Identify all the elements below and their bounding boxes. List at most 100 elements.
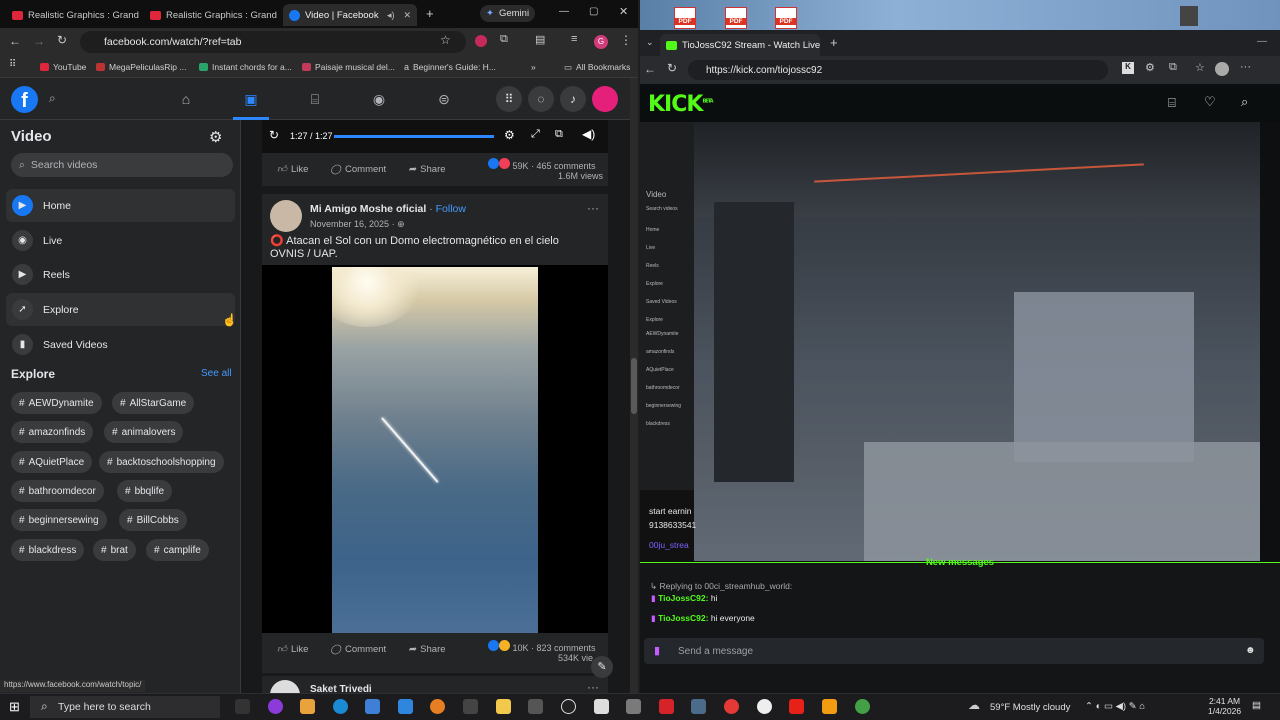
share-button[interactable]: ➦ Share <box>408 644 445 655</box>
minimize-icon[interactable]: — <box>559 6 569 17</box>
app-icon[interactable] <box>659 699 674 714</box>
app-icon[interactable] <box>528 699 543 714</box>
reload-icon[interactable]: ↻ <box>667 61 677 75</box>
gaming-icon[interactable]: ⊜ <box>433 88 455 110</box>
puzzle-icon[interactable]: ⧉ <box>1169 61 1177 74</box>
search-icon[interactable]: ⌕ <box>49 91 56 106</box>
fullscreen-icon[interactable]: ⤢ <box>531 128 540 141</box>
topic-chip[interactable]: # beginnersewing <box>11 509 107 531</box>
compose-icon[interactable]: ✎ <box>591 656 613 678</box>
kick-extension-icon[interactable]: K <box>1122 62 1134 74</box>
avatar[interactable] <box>270 200 302 232</box>
chrome-icon[interactable] <box>724 699 739 714</box>
topic-chip[interactable]: # AllStarGame <box>112 392 195 414</box>
inventory-icon[interactable]: ⌸ <box>1168 95 1176 111</box>
tray-icons[interactable]: ⌃ ◐ ▭ ◀) ✎ ⌂ <box>1085 701 1145 712</box>
app-icon[interactable] <box>757 699 772 714</box>
more-bookmarks-icon[interactable]: » <box>531 60 536 74</box>
more-options-icon[interactable]: ··· <box>587 680 599 694</box>
new-messages-divider[interactable]: New messages <box>640 557 1280 570</box>
topic-chip[interactable]: # blackdress <box>11 539 85 561</box>
sidebar-item-live[interactable]: ◉ Live <box>6 224 235 257</box>
messenger-icon[interactable]: ◌ <box>528 86 554 112</box>
volume-icon[interactable]: ◀) <box>582 127 595 141</box>
url-field[interactable]: facebook.com/watch/?ref=tab <box>80 31 466 53</box>
bookmark-youtube[interactable]: YouTube <box>40 60 86 74</box>
sidebar-item-saved-videos[interactable]: ▮ Saved Videos <box>6 328 235 361</box>
topic-chip[interactable]: # bathroomdecor <box>11 480 104 502</box>
bookmark-chords[interactable]: Instant chords for a... <box>199 60 292 74</box>
app-icon[interactable] <box>365 699 380 714</box>
settings-icon[interactable]: ⚙ <box>504 128 515 142</box>
bookmark-beginners-guide[interactable]: a Beginner's Guide: H... <box>404 60 496 74</box>
search-icon[interactable]: ⌕ <box>1241 94 1248 110</box>
heart-icon[interactable]: ♡ <box>1204 94 1216 110</box>
comment-count[interactable]: 465 comments <box>537 161 596 171</box>
maximize-icon[interactable]: ▢ <box>589 6 598 17</box>
sidebar-item-home[interactable]: ▶ Home <box>6 189 235 222</box>
reaction-summary[interactable]: 59K · 465 comments <box>488 158 596 171</box>
app-icon[interactable] <box>463 699 478 714</box>
task-view-icon[interactable] <box>235 699 250 714</box>
sidebar-item-reels[interactable]: ▶ Reels <box>6 258 235 291</box>
sidebar-item-explore[interactable]: ➚ Explore <box>6 293 235 326</box>
extension-icon[interactable]: ⚙ <box>1145 61 1155 74</box>
topic-chip[interactable]: # amazonfinds <box>11 421 94 443</box>
video-thumbnail[interactable] <box>332 267 538 633</box>
desktop-shortcut-icon[interactable] <box>1180 6 1198 26</box>
author-name[interactable]: Mi Amigo Moshe oficial <box>310 203 426 215</box>
back-icon[interactable]: ← <box>644 62 656 76</box>
emote-icon[interactable]: ☻ <box>1245 645 1256 656</box>
apps-icon[interactable]: ⠿ <box>9 59 16 70</box>
topic-chip[interactable]: # bbqlife <box>117 480 173 502</box>
tab-actions-icon[interactable]: ⌄ <box>646 37 654 48</box>
app-icon[interactable] <box>430 699 445 714</box>
favorites-icon[interactable]: ☆ <box>1195 61 1205 74</box>
like-button[interactable]: 👍︎ Like <box>277 643 308 656</box>
puzzle-icon[interactable]: ⧉ <box>500 33 508 46</box>
topic-chip[interactable]: # BillCobbs <box>119 509 187 531</box>
profile-avatar[interactable]: G <box>594 35 608 49</box>
windows-start-icon[interactable]: ⊞ <box>9 699 20 715</box>
window-close-icon[interactable]: ✕ <box>619 5 628 18</box>
topic-chip[interactable]: # brat <box>93 539 136 561</box>
profile-avatar[interactable] <box>1215 62 1229 76</box>
url-field[interactable]: https://kick.com/tiojossc92 <box>688 60 1108 80</box>
send-message-input[interactable]: Send a message <box>644 638 1264 664</box>
menu-grid-icon[interactable]: ⠿ <box>496 86 522 112</box>
home-icon[interactable]: ⌂ <box>175 88 197 110</box>
mute-icon[interactable]: ◂) <box>387 10 395 21</box>
app-icon[interactable] <box>398 699 413 714</box>
reload-icon[interactable]: ↻ <box>57 33 67 47</box>
edge-icon[interactable] <box>333 699 348 714</box>
menu-icon[interactable]: ⋮ <box>620 33 632 47</box>
topic-chip[interactable]: # AQuietPlace <box>11 451 93 473</box>
vlc-icon[interactable] <box>822 699 837 714</box>
taskbar-search-input[interactable]: Type here to search <box>30 696 220 718</box>
tab-youtube-2[interactable]: Realistic Graphics : Grand✕ <box>144 4 278 26</box>
all-bookmarks[interactable]: ▭ All Bookmarks <box>564 60 630 74</box>
comment-count[interactable]: 823 comments <box>537 643 596 653</box>
progress-track[interactable] <box>334 135 494 138</box>
forward-icon[interactable]: → <box>33 34 45 48</box>
page-scrollbar[interactable] <box>630 78 638 693</box>
star-icon[interactable]: ☆ <box>440 33 451 47</box>
notifications-icon[interactable]: ♪ <box>560 86 586 112</box>
file-explorer-icon[interactable] <box>496 699 511 714</box>
topic-chip[interactable]: # animalovers <box>104 421 184 443</box>
marketplace-icon[interactable]: ⌸ <box>304 88 326 110</box>
follow-button[interactable]: Follow <box>436 203 466 215</box>
scrollbar-thumb[interactable] <box>631 358 637 414</box>
steam-icon[interactable] <box>691 699 706 714</box>
see-all-link[interactable]: See all <box>201 368 232 379</box>
avatar[interactable] <box>592 86 618 112</box>
tab-youtube-1[interactable]: Realistic Graphics : Grand✕ <box>6 4 140 26</box>
app-icon[interactable] <box>268 699 283 714</box>
reaction-summary[interactable]: 10K · 823 comments <box>488 640 596 653</box>
minimize-icon[interactable]: — <box>1257 36 1267 47</box>
weather-text[interactable]: 59°F Mostly cloudy <box>990 702 1070 713</box>
youtube-icon[interactable] <box>789 699 804 714</box>
new-messages-label[interactable]: New messages <box>640 557 1280 568</box>
search-videos-input[interactable]: ⌕ Search videos <box>11 153 233 177</box>
post-author[interactable]: Mi Amigo Moshe oficial · Follow <box>310 203 466 215</box>
